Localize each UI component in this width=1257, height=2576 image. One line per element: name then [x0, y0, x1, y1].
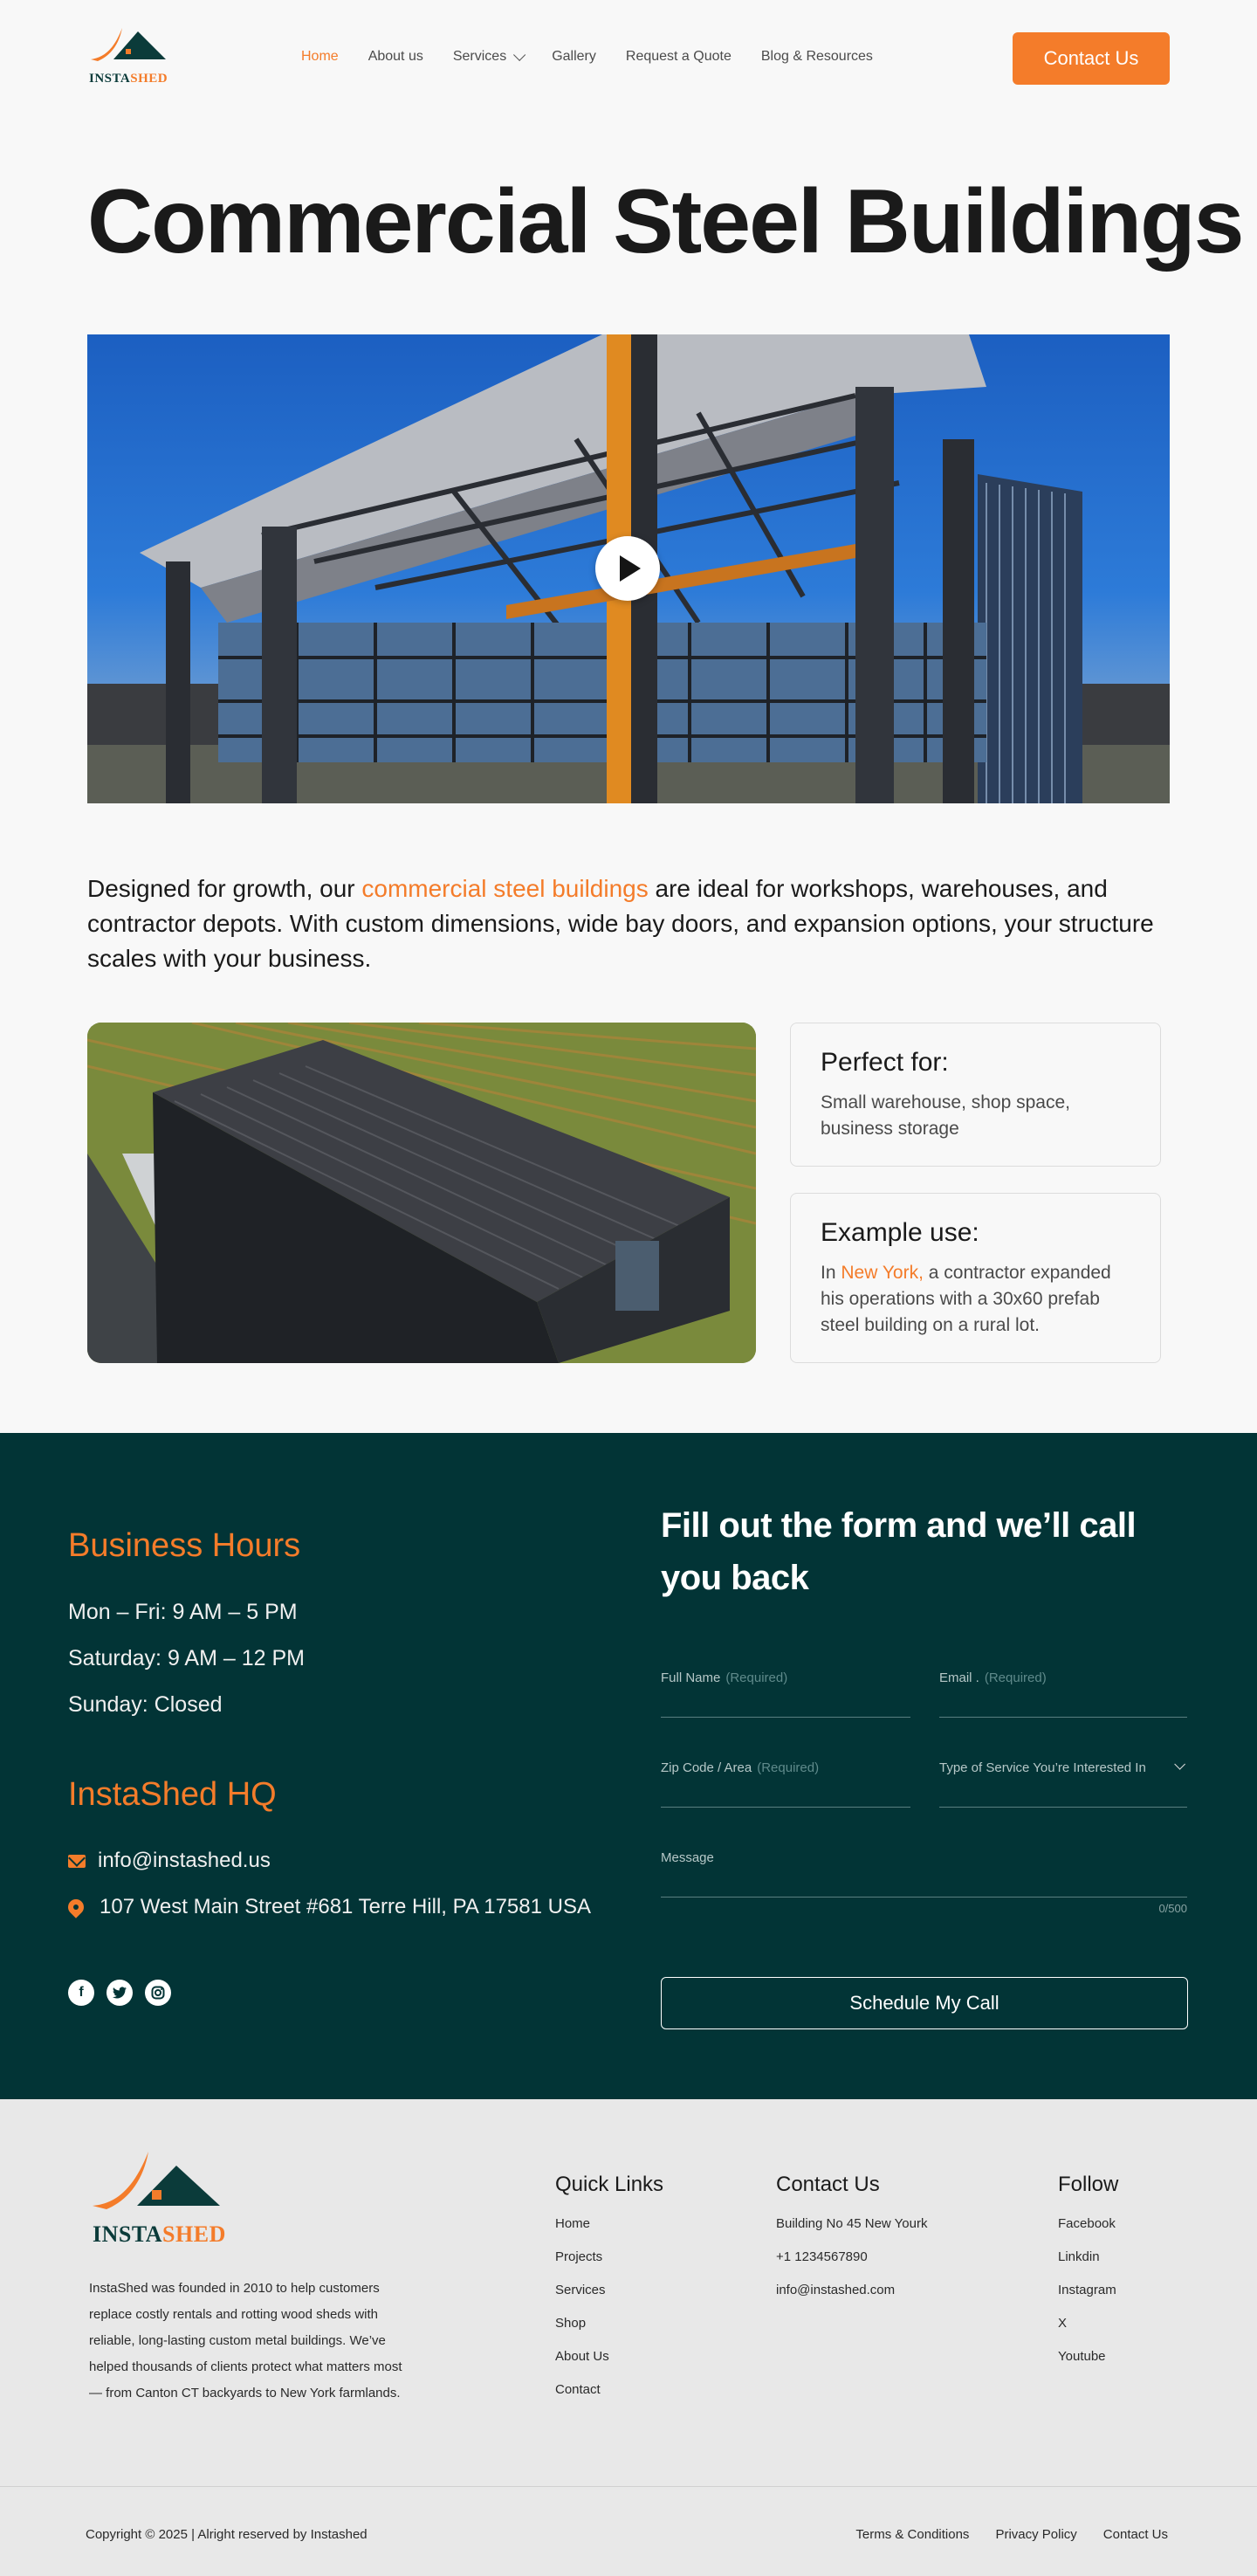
nav-services[interactable]: Services [452, 48, 526, 65]
footer-divider [0, 2486, 1257, 2487]
hq-title: InstaShed HQ [68, 1776, 277, 1813]
follow-x[interactable]: X [1058, 2316, 1118, 2349]
footer-link-about[interactable]: About Us [555, 2349, 663, 2382]
full-name-field[interactable]: Full Name (Required) [661, 1665, 910, 1718]
example-text-start: In [821, 1263, 841, 1283]
facebook-icon[interactable]: f [68, 1980, 94, 2006]
instashed-logo[interactable]: INSTASHED [87, 26, 168, 89]
footer-email[interactable]: info@instashed.com [776, 2283, 927, 2316]
aerial-building-image [87, 1023, 756, 1363]
hours-weekdays: Mon – Fri: 9 AM – 5 PM [68, 1600, 298, 1624]
chevron-down-icon [1174, 1759, 1185, 1770]
perfect-for-card: Perfect for: Small warehouse, shop space… [790, 1023, 1161, 1167]
footer-address: Building No 45 New Yourk [776, 2216, 928, 2231]
quick-links-column: Quick Links Home Projects Services Shop … [555, 2173, 663, 2415]
footer-link-shop[interactable]: Shop [555, 2316, 663, 2349]
message-field[interactable]: Message [661, 1845, 1187, 1898]
service-type-select[interactable]: Type of Service You’re Interested In [939, 1755, 1187, 1808]
example-use-title: Example use: [821, 1218, 979, 1247]
example-use-card: Example use: In New York, a contractor e… [790, 1193, 1161, 1363]
perfect-for-title: Perfect for: [821, 1048, 949, 1077]
play-button[interactable] [595, 536, 660, 601]
service-type-label: Type of Service You’re Interested In [939, 1760, 1146, 1775]
location-pin-icon [65, 1896, 87, 1918]
nav-gallery[interactable]: Gallery [552, 49, 596, 65]
commercial-steel-buildings-link[interactable]: commercial steel buildings [361, 875, 648, 902]
intro-paragraph: Designed for growth, our commercial stee… [87, 871, 1170, 976]
copyright-text: Copyright © 2025 | Alright reserved by I… [86, 2527, 367, 2542]
hours-saturday: Saturday: 9 AM – 12 PM [68, 1646, 305, 1670]
email-label: Email . [939, 1670, 979, 1685]
footer-link-contact[interactable]: Contact [555, 2382, 663, 2415]
follow-facebook[interactable]: Facebook [1058, 2216, 1118, 2249]
example-use-text: In New York, a contractor expanded his o… [821, 1260, 1130, 1339]
chevron-down-icon [513, 48, 526, 61]
nav-home[interactable]: Home [301, 49, 339, 65]
contact-us-button[interactable]: Contact Us [1013, 32, 1170, 85]
footer-link-projects[interactable]: Projects [555, 2249, 663, 2283]
schedule-call-button[interactable]: Schedule My Call [661, 1977, 1188, 2029]
nav-blog[interactable]: Blog & Resources [761, 49, 873, 65]
main-nav: Home About us Services Gallery Request a… [301, 48, 873, 65]
message-label: Message [661, 1850, 714, 1865]
page-title: Commercial Steel Buildings [87, 171, 1244, 272]
nav-request-quote[interactable]: Request a Quote [626, 49, 732, 65]
instagram-icon[interactable] [145, 1980, 171, 2006]
contact-column: Contact Us Building No 45 New Yourk +1 1… [776, 2173, 927, 2316]
contact-title: Contact Us [776, 2173, 880, 2196]
legal-links: Terms & Conditions Privacy Policy Contac… [855, 2527, 1168, 2542]
required-tag: (Required) [725, 1670, 788, 1685]
hq-address-text: 107 West Main Street #681 Terre Hill, PA… [100, 1895, 591, 1918]
hq-address: 107 West Main Street #681 Terre Hill, PA… [65, 1895, 591, 1919]
contact-section: Business Hours Mon – Fri: 9 AM – 5 PM Sa… [0, 1433, 1257, 2099]
footer-logo-shed: SHED [162, 2221, 226, 2247]
nav-about[interactable]: About us [368, 49, 423, 65]
social-links: f [68, 1980, 171, 2006]
hours-sunday: Sunday: Closed [68, 1692, 223, 1717]
logo-text-insta: INSTA [89, 72, 131, 86]
site-footer: INSTASHED InstaShed was founded in 2010 … [0, 2099, 1257, 2576]
required-tag: (Required) [984, 1670, 1047, 1685]
intro-text-start: Designed for growth, our [87, 875, 362, 902]
follow-youtube[interactable]: Youtube [1058, 2349, 1118, 2382]
footer-link-services[interactable]: Services [555, 2283, 663, 2316]
hero-video[interactable] [87, 334, 1170, 803]
twitter-icon[interactable] [106, 1980, 133, 2006]
follow-linkedin[interactable]: Linkdin [1058, 2249, 1118, 2283]
footer-phone[interactable]: +1 1234567890 [776, 2249, 927, 2283]
follow-title: Follow [1058, 2173, 1119, 2196]
perfect-for-text: Small warehouse, shop space, business st… [821, 1092, 1070, 1139]
email-field[interactable]: Email . (Required) [939, 1665, 1187, 1718]
mail-icon [68, 1854, 86, 1868]
required-tag: (Required) [757, 1760, 820, 1775]
follow-column: Follow Facebook Linkdin Instagram X Yout… [1058, 2173, 1118, 2382]
footer-logo-insta: INSTA [93, 2221, 163, 2247]
site-header: INSTASHED Home About us Services Gallery… [0, 0, 1257, 118]
new-york-link[interactable]: New York, [841, 1263, 924, 1283]
full-name-label: Full Name [661, 1670, 721, 1685]
business-hours-title: Business Hours [68, 1527, 301, 1564]
quick-links-title: Quick Links [555, 2173, 664, 2196]
footer-logo[interactable]: INSTASHED [89, 2152, 225, 2248]
play-icon [620, 555, 641, 582]
logo-text-shed: SHED [130, 72, 168, 86]
zip-label: Zip Code / Area [661, 1760, 752, 1775]
privacy-link[interactable]: Privacy Policy [995, 2527, 1076, 2542]
message-counter: 0/500 [1158, 1902, 1187, 1915]
footer-contact-link[interactable]: Contact Us [1103, 2527, 1168, 2542]
hq-email[interactable]: info@instashed.us [68, 1849, 271, 1873]
hq-email-text: info@instashed.us [98, 1849, 271, 1872]
nav-services-label: Services [452, 49, 507, 64]
form-title: Fill out the form and we’ll call you bac… [661, 1506, 1137, 1597]
follow-instagram[interactable]: Instagram [1058, 2283, 1118, 2316]
terms-link[interactable]: Terms & Conditions [855, 2527, 969, 2542]
about-text: InstaShed was founded in 2010 to help cu… [89, 2281, 402, 2400]
zip-code-field[interactable]: Zip Code / Area (Required) [661, 1755, 910, 1808]
footer-link-home[interactable]: Home [555, 2216, 663, 2249]
